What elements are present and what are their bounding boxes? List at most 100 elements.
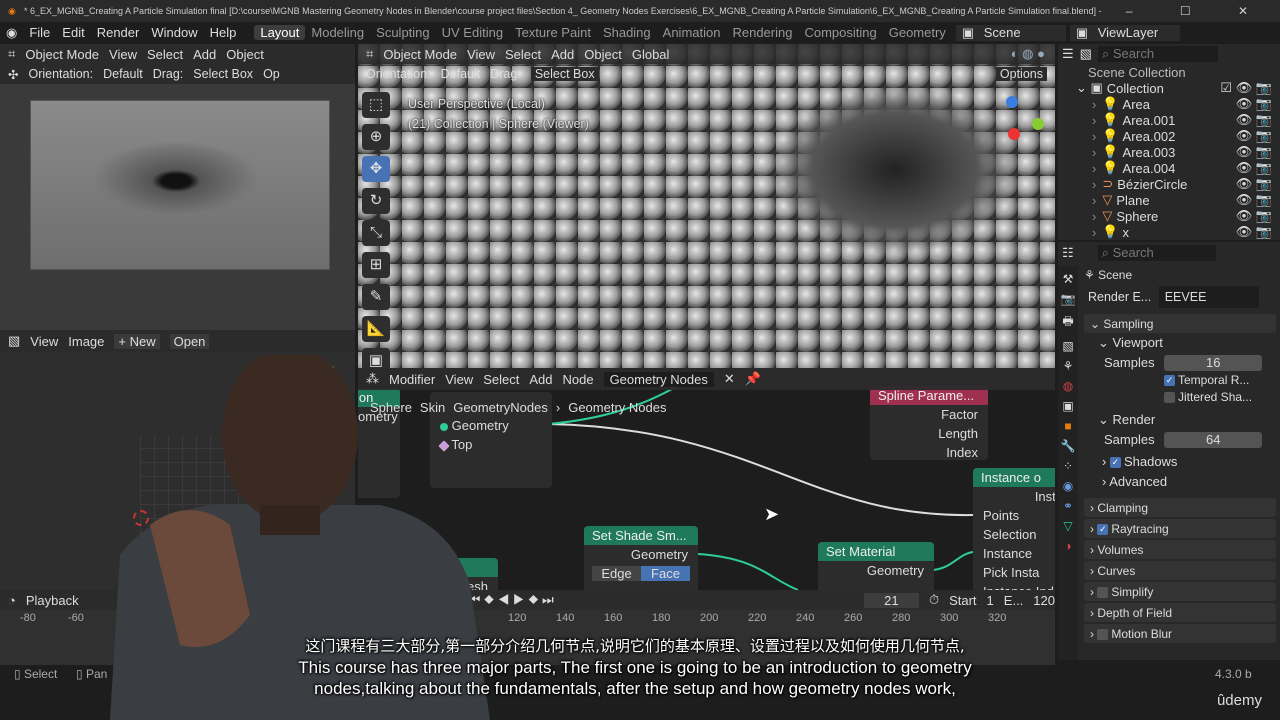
jittered-shadows-checkbox[interactable]: Jittered Sha... [1164, 390, 1280, 412]
expand-icon[interactable]: › [1092, 145, 1096, 160]
expand-icon[interactable]: › [1092, 209, 1096, 224]
menu-select[interactable]: Select [505, 47, 541, 62]
workspace-tab-layout[interactable]: Layout [254, 25, 306, 40]
close-icon[interactable]: ✕ [724, 371, 735, 387]
outliner-item[interactable]: › 💡 Area.002 👁 📷 [1058, 128, 1280, 144]
workspace-tab-compositing[interactable]: Compositing [798, 25, 882, 40]
temporal-reprojection-checkbox[interactable]: ✓ Temporal R... [1164, 373, 1280, 390]
menu-add[interactable]: Add [193, 47, 216, 62]
panel-viewport[interactable]: ⌄ Viewport [1098, 335, 1280, 355]
annotate-tool-icon[interactable]: ✎ [362, 284, 390, 310]
visibility-icons[interactable]: ☑ 👁 📷 [1220, 80, 1272, 96]
current-frame-field[interactable]: 21 [863, 592, 919, 608]
node-spline-parameter[interactable]: Spline Parame... Factor Length Index [870, 386, 988, 460]
render-tab-icon[interactable]: 📷 [1061, 292, 1076, 306]
visibility-icons[interactable]: 👁 📷 [1236, 224, 1272, 240]
panel-depth-of-field[interactable]: › Depth of Field [1084, 603, 1276, 622]
playback-dropdown[interactable]: Playback [26, 593, 79, 608]
rotate-tool-icon[interactable]: ↻ [362, 188, 390, 214]
visibility-icons[interactable]: 👁 📷 [1236, 144, 1272, 160]
modifier-tab-icon[interactable]: 🔧 [1061, 439, 1076, 453]
panel-motion-blur[interactable]: › Motion Blur [1084, 624, 1276, 643]
expand-icon[interactable]: › [1092, 177, 1096, 192]
node-set-material[interactable]: Set Material Geometry [818, 542, 934, 590]
end-frame-field[interactable]: 120 [1033, 593, 1055, 608]
transform-orientation-dropdown[interactable]: Global [632, 47, 670, 62]
select-tool-icon[interactable]: ⬚ [362, 92, 390, 118]
visibility-icons[interactable]: 👁 📷 [1236, 176, 1272, 192]
tool-tab-icon[interactable]: ⚒ [1063, 272, 1074, 286]
expand-icon[interactable]: › [1092, 161, 1096, 176]
editor-type-icon[interactable]: ⌗ [8, 46, 15, 62]
workspace-tab-texture-paint[interactable]: Texture Paint [509, 25, 597, 40]
menu-window[interactable]: Window [145, 25, 203, 40]
expand-icon[interactable]: › [1092, 129, 1096, 144]
outliner-item[interactable]: › ▽ Plane 👁 📷 [1058, 192, 1280, 208]
menu-view[interactable]: View [30, 334, 58, 349]
menu-file[interactable]: File [23, 25, 56, 40]
editor-type-icon[interactable]: ⌗ [366, 46, 373, 62]
particles-tab-icon[interactable]: ⁘ [1063, 459, 1073, 473]
workspace-tab-animation[interactable]: Animation [657, 25, 727, 40]
outliner-search[interactable]: ⌕ Search [1097, 46, 1218, 62]
visibility-icons[interactable]: 👁 📷 [1236, 208, 1272, 224]
menu-add[interactable]: Add [551, 47, 574, 62]
workspace-tab-rendering[interactable]: Rendering [726, 25, 798, 40]
panel-clamping[interactable]: › Clamping [1084, 498, 1276, 517]
menu-view[interactable]: View [109, 47, 137, 62]
workspace-tab-uv-editing[interactable]: UV Editing [436, 25, 509, 40]
outliner-item[interactable]: › ▽ Sphere 👁 📷 [1058, 208, 1280, 224]
new-image-button[interactable]: + New [114, 333, 160, 349]
orientation-dropdown[interactable]: Default [441, 67, 481, 81]
expand-icon[interactable]: › [1092, 225, 1096, 240]
collection-tab-icon[interactable]: ▣ [1062, 399, 1073, 413]
outliner-item[interactable]: › 💡 Area 👁 📷 [1058, 96, 1280, 112]
expand-icon[interactable]: › [1092, 97, 1096, 112]
material-tab-icon[interactable]: ◑ [1064, 539, 1071, 553]
render-engine-dropdown[interactable]: EEVEE [1158, 286, 1259, 308]
drag-dropdown[interactable]: Select Box [530, 67, 599, 81]
measure-tool-icon[interactable]: 📐 [362, 316, 390, 342]
view-layer-selector[interactable]: ▣ ViewLayer [1069, 24, 1180, 41]
options-button[interactable]: Options [995, 67, 1047, 81]
drag-dropdown[interactable]: Select Box [193, 67, 253, 81]
visibility-icons[interactable]: 👁 📷 [1236, 192, 1272, 208]
options-button[interactable]: Op [263, 67, 280, 81]
scene-tab-icon[interactable]: ⚘ [1063, 359, 1074, 373]
menu-object[interactable]: Object [226, 47, 264, 62]
properties-search[interactable]: ⌕ Search [1097, 245, 1216, 261]
pin-icon[interactable]: 📌 [745, 371, 761, 387]
scale-tool-icon[interactable]: ⤡ [362, 220, 390, 246]
panel-sampling[interactable]: ⌄ Sampling [1084, 314, 1276, 333]
window-controls[interactable]: – ☐ ✕ [1126, 0, 1270, 22]
collection-row[interactable]: ⌄ ▣ Collection ☑ 👁 📷 [1058, 80, 1280, 96]
outliner-item[interactable]: › 💡 x 👁 📷 [1058, 224, 1280, 240]
outliner-item[interactable]: › ⊃ BézierCircle 👁 📷 [1058, 176, 1280, 192]
open-image-button[interactable]: Open [169, 333, 210, 349]
menu-add[interactable]: Add [529, 372, 552, 387]
mode-face[interactable]: Face [641, 566, 690, 581]
node-instance-on-points[interactable]: Instance o Insta Points Selection Instan… [973, 468, 1055, 590]
outliner-item[interactable]: › 💡 Area.001 👁 📷 [1058, 112, 1280, 128]
visibility-icons[interactable]: 👁 📷 [1236, 112, 1272, 128]
orientation-dropdown[interactable]: Default [103, 67, 143, 81]
workspace-tab-sculpting[interactable]: Sculpting [370, 25, 435, 40]
panel-advanced[interactable]: › Advanced [1102, 474, 1280, 496]
viewport-samples-field[interactable]: 16 [1164, 355, 1263, 371]
panel-simplify[interactable]: › Simplify [1084, 582, 1276, 601]
node-tree-selector[interactable]: Geometry Nodes [603, 371, 714, 387]
menu-node[interactable]: Node [562, 372, 593, 387]
data-tab-icon[interactable]: ▽ [1063, 519, 1072, 533]
filter-icon[interactable]: ▧ [1080, 46, 1092, 62]
timeline-editor-icon[interactable]: ◔ [8, 593, 16, 608]
gizmo-y-icon[interactable] [1032, 118, 1044, 130]
editor-type-icon[interactable]: ☷ [1062, 245, 1074, 261]
panel-raytracing[interactable]: › ✓ Raytracing [1084, 519, 1276, 538]
outliner-item[interactable]: › 💡 Area.003 👁 📷 [1058, 144, 1280, 160]
menu-image[interactable]: Image [68, 334, 104, 349]
menu-object[interactable]: Object [584, 47, 622, 62]
expand-icon[interactable]: › [1092, 193, 1096, 208]
workspace-tab-modeling[interactable]: Modeling [305, 25, 370, 40]
cursor-tool-icon[interactable]: ⊕ [362, 124, 390, 150]
gizmo-z-icon[interactable] [1006, 96, 1018, 108]
